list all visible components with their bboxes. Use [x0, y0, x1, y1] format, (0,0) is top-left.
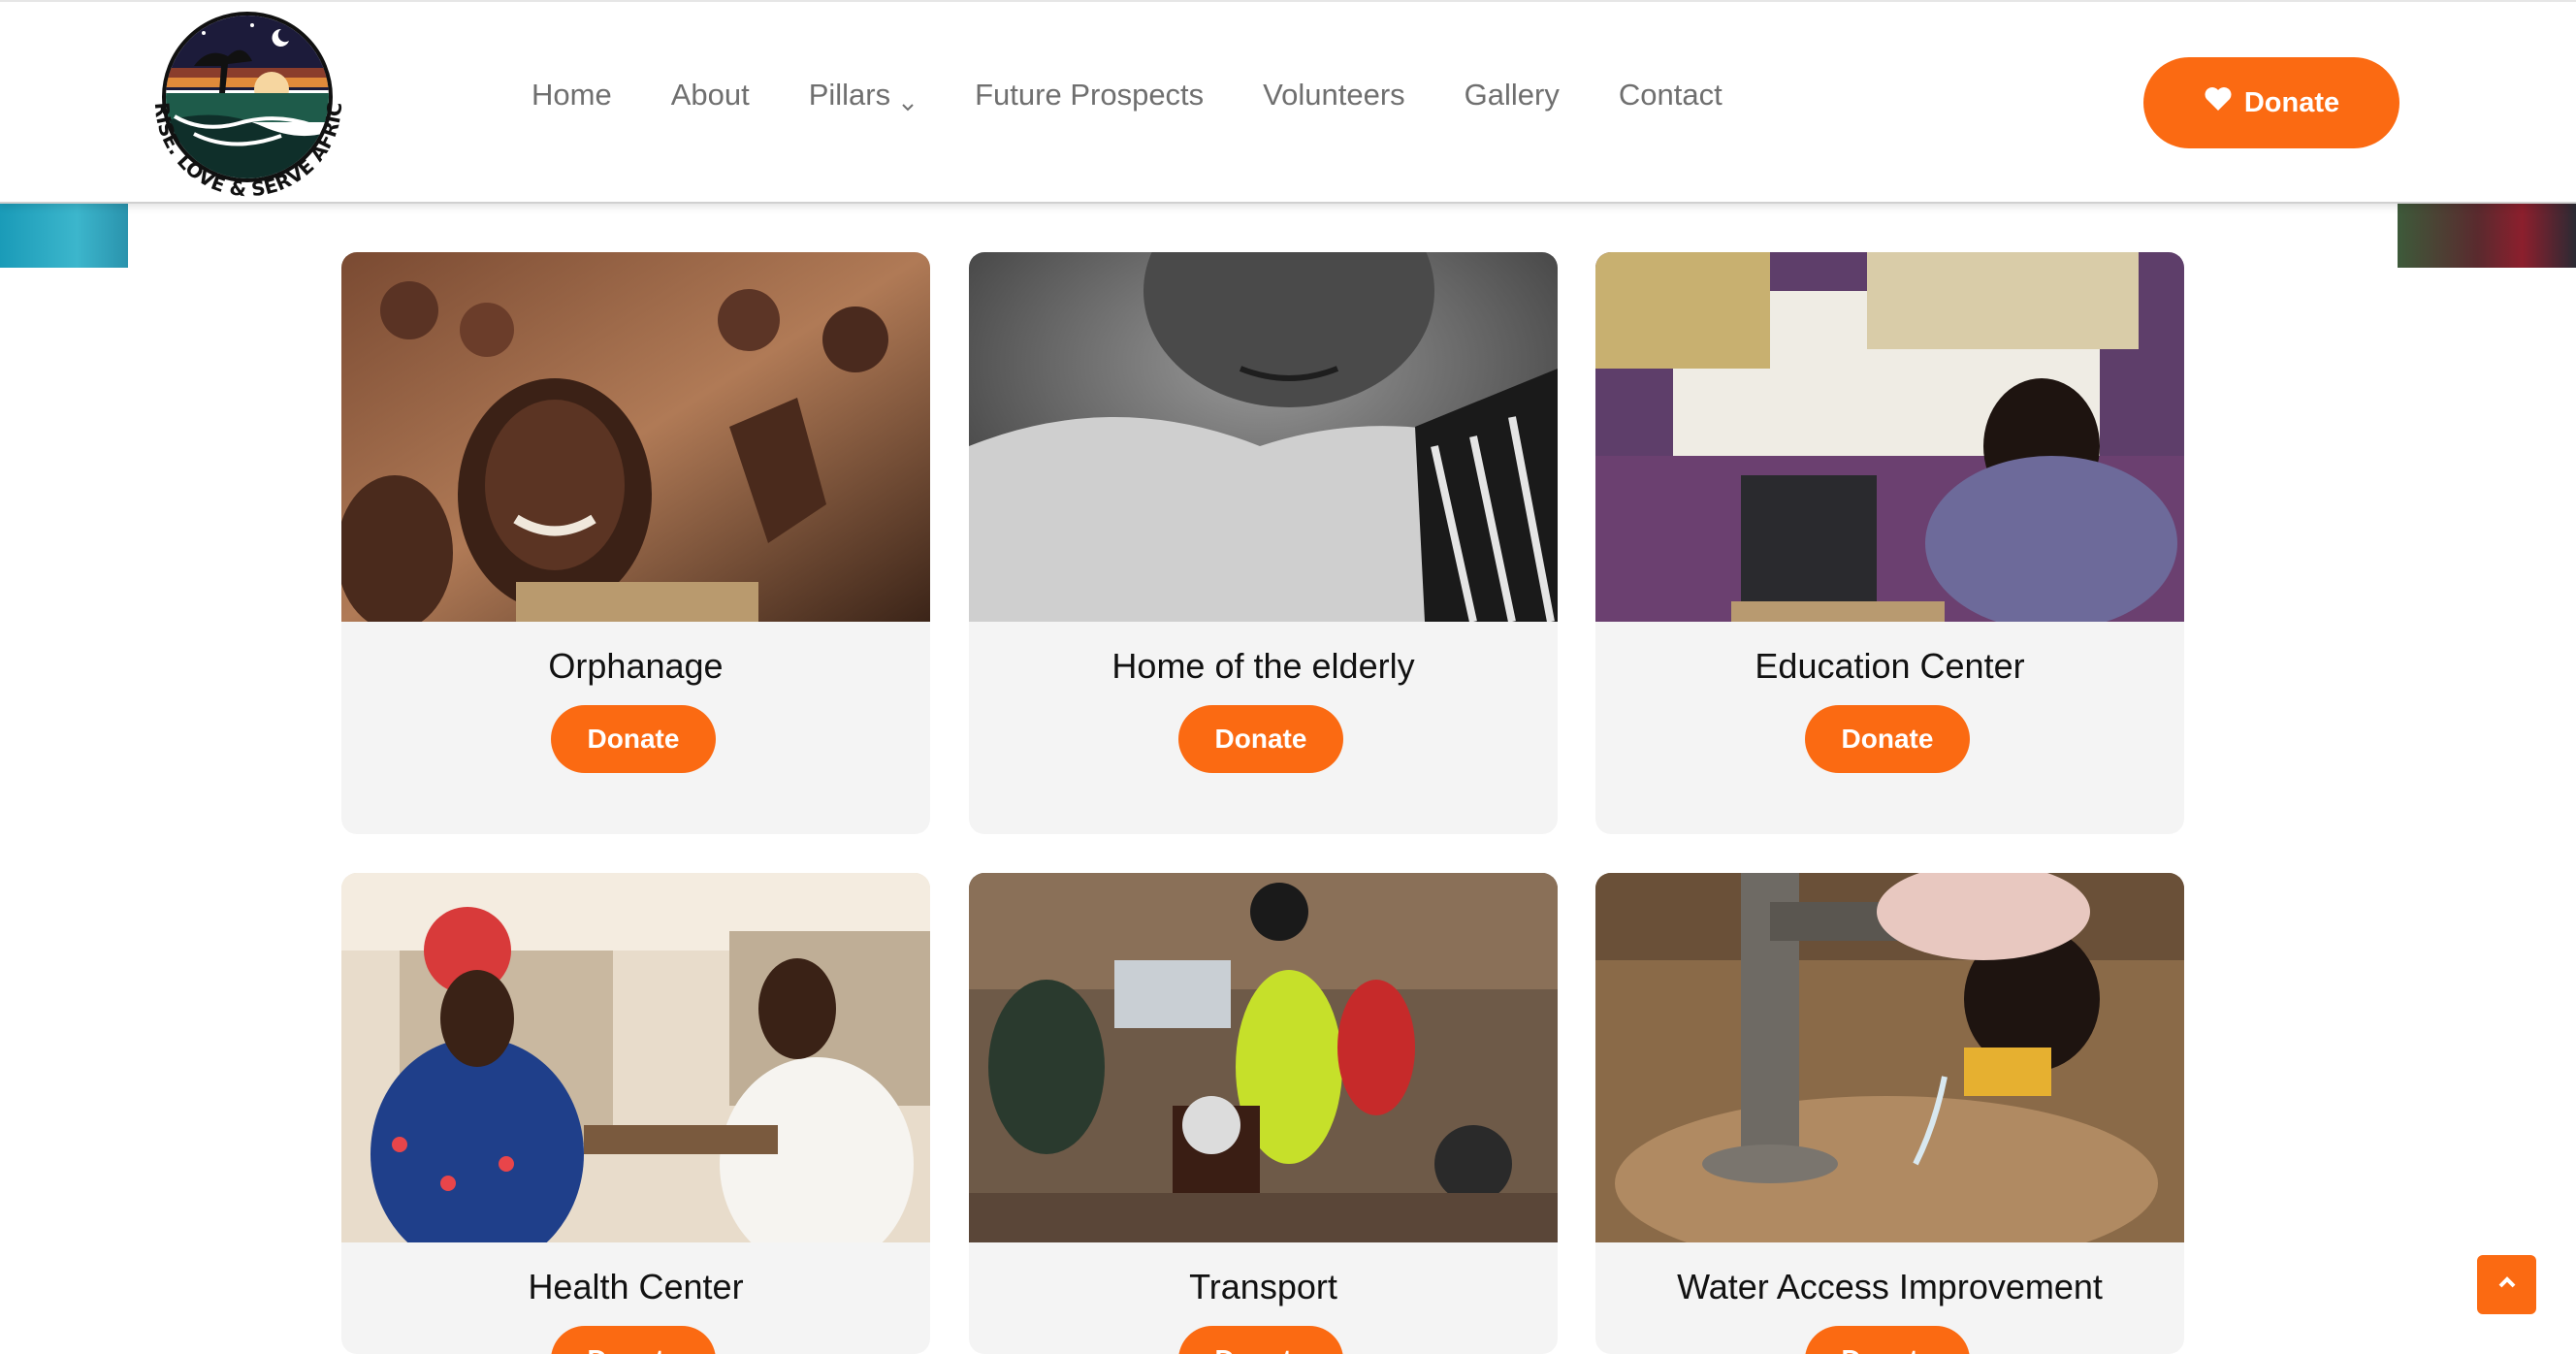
card-title: Orphanage: [548, 646, 724, 686]
card-title: Transport: [1189, 1267, 1337, 1306]
child-drinking-pump-photo: [1595, 873, 2184, 1271]
motorbike-street-photo: [969, 873, 1558, 1242]
nav-about[interactable]: About: [671, 78, 750, 113]
card-education-center: Education Center Donate: [1595, 252, 2184, 834]
card-title: Water Access Improvement: [1677, 1267, 2103, 1306]
card-title: Education Center: [1755, 646, 2025, 686]
chevron-up-icon: [2496, 1271, 2519, 1299]
children-smiling-photo: [341, 252, 930, 630]
card-water-access-improvement: Water Access Improvement Donate: [1595, 873, 2184, 1354]
nav-contact-label: Contact: [1618, 78, 1723, 112]
card-title: Home of the elderly: [1111, 646, 1415, 686]
heart-icon: [2204, 86, 2244, 119]
nav-future-prospects[interactable]: Future Prospects: [975, 78, 1204, 113]
card-donate-button[interactable]: Donate: [1805, 1326, 1970, 1354]
nav-pillars[interactable]: Pillars: [809, 78, 916, 113]
card-donate-button[interactable]: Donate: [551, 705, 716, 773]
nav-pillars-label: Pillars: [808, 78, 891, 112]
card-transport: Transport Donate: [969, 873, 1558, 1354]
card-orphanage: Orphanage Donate: [341, 252, 930, 834]
side-image-right: [2398, 204, 2576, 268]
side-image-left: [0, 204, 128, 268]
card-donate-button[interactable]: Donate: [1805, 705, 1970, 773]
site-header: ARISE. LOVE & SERVE AFRICA Home About Pi…: [0, 0, 2576, 204]
card-home-of-the-elderly: Home of the elderly Donate: [969, 252, 1558, 834]
blood-pressure-check-photo: [341, 873, 930, 1271]
main-nav: Home About Pillars Future Prospects Volu…: [531, 72, 1782, 118]
site-logo[interactable]: ARISE. LOVE & SERVE AFRICA: [128, 0, 359, 202]
nav-volunteers-label: Volunteers: [1263, 78, 1405, 112]
chevron-down-icon: [900, 87, 916, 112]
elderly-woman-photo: [969, 252, 1558, 623]
card-donate-button[interactable]: Donate: [1178, 705, 1343, 773]
scroll-to-top-button[interactable]: [2477, 1255, 2536, 1314]
nav-gallery-label: Gallery: [1464, 78, 1560, 112]
nav-volunteers[interactable]: Volunteers: [1263, 78, 1405, 113]
card-donate-button[interactable]: Donate: [551, 1326, 716, 1354]
card-title: Health Center: [528, 1267, 744, 1306]
header-donate-button[interactable]: Donate: [2143, 57, 2399, 148]
nav-home[interactable]: Home: [531, 78, 612, 113]
card-donate-button[interactable]: Donate: [1178, 1326, 1343, 1354]
boys-at-laptop-photo: [1595, 252, 2184, 630]
card-health-center: Health Center Donate: [341, 873, 930, 1354]
nav-gallery[interactable]: Gallery: [1465, 78, 1560, 113]
nav-about-label: About: [670, 78, 750, 112]
header-donate-label: Donate: [2243, 86, 2340, 118]
nav-future-prospects-label: Future Prospects: [975, 78, 1205, 112]
nav-home-label: Home: [531, 78, 612, 112]
nav-contact[interactable]: Contact: [1619, 78, 1723, 113]
